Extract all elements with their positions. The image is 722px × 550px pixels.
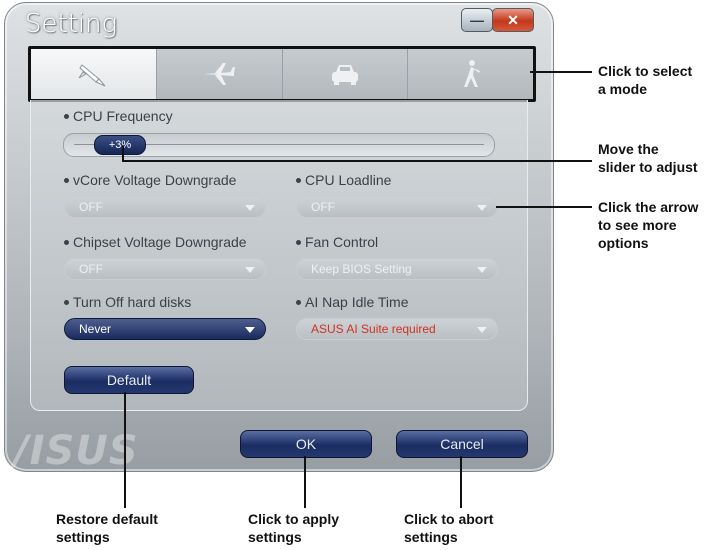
- callout-arrow: Click the arrow to see more options: [598, 199, 699, 251]
- rocket-icon: [78, 64, 106, 87]
- callout-select-mode: Click to select a mode: [598, 63, 693, 97]
- tab-airplane-mode[interactable]: [156, 49, 283, 99]
- callout-abort: Click to abort settings: [404, 511, 494, 545]
- callout-line-apply: [304, 456, 306, 508]
- tab-rocket-mode[interactable]: [31, 49, 157, 99]
- close-button[interactable]: ✕: [492, 8, 534, 32]
- bullet-dot: [64, 177, 69, 183]
- callout-line-abort: [460, 456, 462, 508]
- bullet-dot: [296, 299, 301, 305]
- asus-logo: /ISUS: [14, 428, 139, 474]
- bullet-dot: [64, 239, 69, 245]
- fan-control-label: Fan Control: [296, 234, 378, 250]
- ai-nap-label: AI Nap Idle Time: [296, 294, 409, 310]
- dropdown-arrow-icon[interactable]: [245, 205, 255, 211]
- car-icon: [331, 65, 358, 85]
- hdd-label: Turn Off hard disks: [64, 294, 191, 310]
- vcore-select[interactable]: OFF: [64, 196, 266, 218]
- dropdown-arrow-icon[interactable]: [477, 327, 487, 333]
- callout-line-slider: [122, 160, 592, 162]
- bullet-dot: [296, 239, 301, 245]
- dropdown-arrow-icon[interactable]: [245, 327, 255, 333]
- default-button[interactable]: Default: [64, 366, 194, 394]
- chipset-label: Chipset Voltage Downgrade: [64, 234, 247, 250]
- minimize-button[interactable]: —: [461, 8, 493, 32]
- callout-restore: Restore default settings: [56, 511, 158, 545]
- callout-line-arrow: [496, 206, 592, 208]
- ai-nap-select[interactable]: ASUS AI Suite required: [296, 318, 498, 340]
- cpu-loadline-label: CPU Loadline: [296, 172, 391, 188]
- bullet-dot: [64, 113, 69, 119]
- tab-walking-mode[interactable]: [408, 49, 533, 99]
- dropdown-arrow-icon[interactable]: [245, 267, 255, 273]
- callout-apply: Click to apply settings: [248, 511, 340, 545]
- dropdown-arrow-icon[interactable]: [477, 267, 487, 273]
- cpu-loadline-select[interactable]: OFF: [296, 196, 498, 218]
- mode-tab-bar: [28, 46, 536, 102]
- window-title: Setting: [25, 9, 118, 39]
- walking-person-icon: [463, 60, 480, 87]
- vcore-label: vCore Voltage Downgrade: [64, 172, 236, 188]
- callout-line-slider-stem: [122, 146, 124, 161]
- callout-slider: Move the slider to adjust: [598, 141, 698, 175]
- ok-button[interactable]: OK: [240, 430, 372, 458]
- callout-line-restore: [124, 392, 126, 508]
- hdd-select[interactable]: Never: [64, 318, 266, 340]
- cancel-button[interactable]: Cancel: [396, 430, 528, 458]
- bullet-dot: [64, 299, 69, 305]
- callout-line-mode: [530, 71, 592, 73]
- tab-car-mode[interactable]: [282, 49, 409, 99]
- slider-thumb[interactable]: +3%: [94, 135, 146, 155]
- chipset-select[interactable]: OFF: [64, 258, 266, 280]
- dropdown-arrow-icon[interactable]: [477, 205, 487, 211]
- cpu-frequency-label: CPU Frequency: [64, 108, 173, 124]
- airplane-icon: [204, 63, 236, 85]
- fan-control-select[interactable]: Keep BIOS Setting: [296, 258, 498, 280]
- bullet-dot: [296, 177, 301, 183]
